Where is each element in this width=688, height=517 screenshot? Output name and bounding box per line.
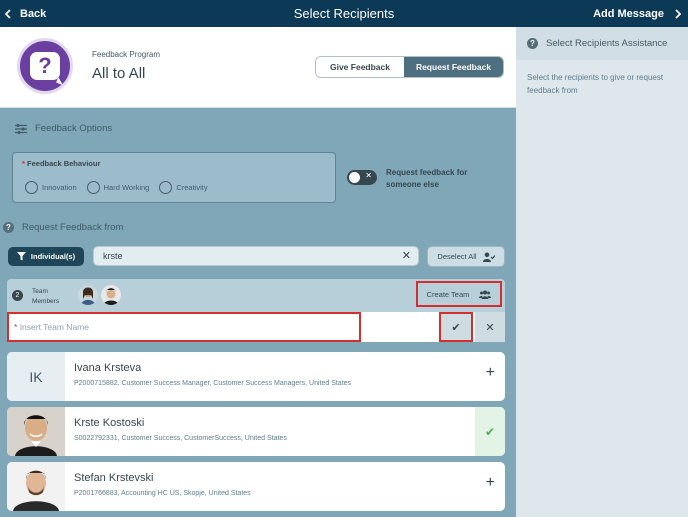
tab-give-feedback[interactable]: Give Feedback: [316, 57, 404, 77]
team-name-input[interactable]: * Insert Team Name: [7, 312, 361, 342]
feedback-behaviour-box: * Feedback Behaviour Innovation Hard Wor…: [12, 152, 336, 203]
request-from-label: Request Feedback from: [22, 222, 124, 233]
close-icon: ✕: [485, 321, 495, 334]
add-message-button[interactable]: Add Message: [593, 0, 682, 27]
add-icon[interactable]: +: [486, 474, 495, 492]
person-card[interactable]: Stefan Krstevski P2001766883, Accounting…: [7, 462, 505, 511]
assistance-header: ? Select Recipients Assistance: [516, 27, 688, 60]
feedback-mode-toggle: Give Feedback Request Feedback: [315, 56, 504, 78]
avatar: [7, 407, 65, 456]
team-name-row: * Insert Team Name ✔ ✕: [7, 312, 505, 342]
question-bubble-icon: ?: [30, 52, 60, 80]
search-value: krste: [103, 251, 123, 261]
check-icon: ✔: [451, 321, 461, 334]
main-panel: Feedback Options * Feedback Behaviour In…: [0, 108, 516, 517]
sliders-icon: [15, 123, 27, 134]
radio-circle-icon: [86, 181, 100, 194]
top-bar: Back Select Recipients Add Message: [0, 0, 688, 27]
create-team-button[interactable]: Create Team: [416, 281, 502, 307]
toggle-knob: [349, 172, 360, 183]
radio-innovation[interactable]: Innovation: [25, 181, 77, 194]
feedback-behaviour-label: * Feedback Behaviour: [22, 159, 101, 168]
avatar: [101, 285, 121, 305]
program-header: ? Feedback Program All to All Give Feedb…: [0, 27, 516, 108]
help-icon: ?: [527, 38, 538, 49]
team-count-badge: 2: [12, 290, 23, 301]
program-name: All to All: [92, 65, 146, 82]
person-meta: P2000715882, Customer Success Manager, C…: [74, 380, 352, 387]
team-members-label: Team Members: [32, 288, 60, 305]
avatar: [78, 285, 98, 305]
selected-check-icon[interactable]: ✔: [475, 407, 505, 456]
person-card[interactable]: IK Ivana Krsteva P2000715882, Customer S…: [7, 352, 505, 401]
request-for-someone-toggle[interactable]: ✕: [347, 170, 377, 185]
avatar: [7, 462, 65, 511]
chevron-right-icon: [675, 8, 682, 19]
radio-circle-icon: [25, 181, 38, 194]
tab-request-feedback[interactable]: Request Feedback: [404, 57, 503, 77]
search-input[interactable]: krste ✕: [93, 246, 419, 266]
request-for-someone-label: Request feedback for someone else: [386, 168, 468, 189]
assistance-panel: ? Select Recipients Assistance Select th…: [516, 27, 688, 517]
person-meta: P2001766883, Accounting HC US, Skopje, U…: [74, 490, 251, 497]
cancel-team-button[interactable]: ✕: [475, 312, 505, 342]
user-check-icon: [482, 252, 495, 262]
feedback-options-heading: Feedback Options: [15, 123, 112, 134]
assistance-text: Select the recipients to give or request…: [527, 73, 664, 95]
program-logo: ?: [17, 38, 73, 94]
person-name: Ivana Krsteva: [74, 362, 142, 374]
person-name: Krste Kostoski: [74, 417, 145, 429]
individuals-filter-button[interactable]: Individual(s): [8, 247, 84, 266]
assistance-title: Select Recipients Assistance: [546, 38, 668, 49]
person-name: Stefan Krstevski: [74, 472, 154, 484]
program-label: Feedback Program: [92, 50, 161, 59]
person-meta: S0022792331, Customer Success, CustomerS…: [74, 435, 287, 442]
users-icon: [479, 290, 492, 299]
add-icon[interactable]: +: [486, 364, 495, 382]
deselect-all-button[interactable]: Deselect All: [427, 246, 505, 267]
radio-creativity[interactable]: Creativity: [159, 181, 208, 194]
radio-hard-working[interactable]: Hard Working: [86, 181, 149, 194]
team-members-row: 2 Team Members Create Team: [7, 279, 505, 312]
filter-icon: [16, 252, 26, 261]
feedback-options-label: Feedback Options: [35, 123, 113, 134]
person-card[interactable]: Krste Kostoski S0022792331, Customer Suc…: [7, 407, 505, 456]
request-from-heading: ? Request Feedback from: [3, 222, 123, 233]
radio-circle-icon: [159, 181, 173, 194]
confirm-team-button[interactable]: ✔: [439, 312, 473, 342]
team-name-placeholder: * Insert Team Name: [14, 322, 89, 332]
add-message-label: Add Message: [593, 7, 664, 20]
page-title: Select Recipients: [293, 6, 395, 21]
clear-search-icon[interactable]: ✕: [402, 249, 411, 262]
help-icon: ?: [3, 222, 14, 233]
initials-avatar: IK: [7, 352, 65, 401]
close-icon: ✕: [365, 171, 372, 180]
